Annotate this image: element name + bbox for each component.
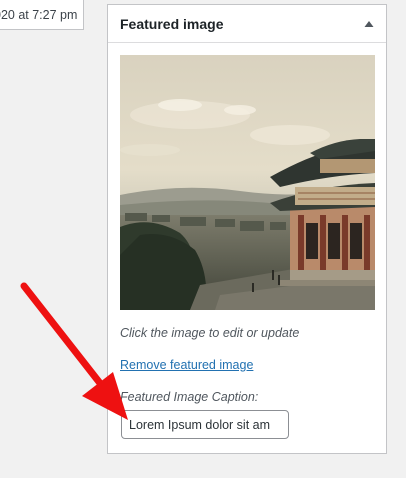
pagoda-landscape-photo [120, 55, 375, 310]
publish-date-text: 020 at 7:27 pm [0, 8, 78, 22]
panel-header[interactable]: Featured image [108, 5, 386, 43]
triangle-up-icon[interactable] [364, 20, 374, 28]
remove-featured-image-link[interactable]: Remove featured image [120, 358, 253, 372]
caption-input[interactable] [121, 410, 289, 439]
caption-label: Featured Image Caption: [120, 390, 259, 404]
edit-hint: Click the image to edit or update [120, 326, 300, 340]
panel-title: Featured image [120, 16, 224, 32]
publish-date-box: 020 at 7:27 pm [0, 0, 84, 30]
featured-image-thumbnail[interactable] [120, 55, 375, 310]
featured-image-panel: Featured image Click the image to edit o… [107, 4, 387, 454]
